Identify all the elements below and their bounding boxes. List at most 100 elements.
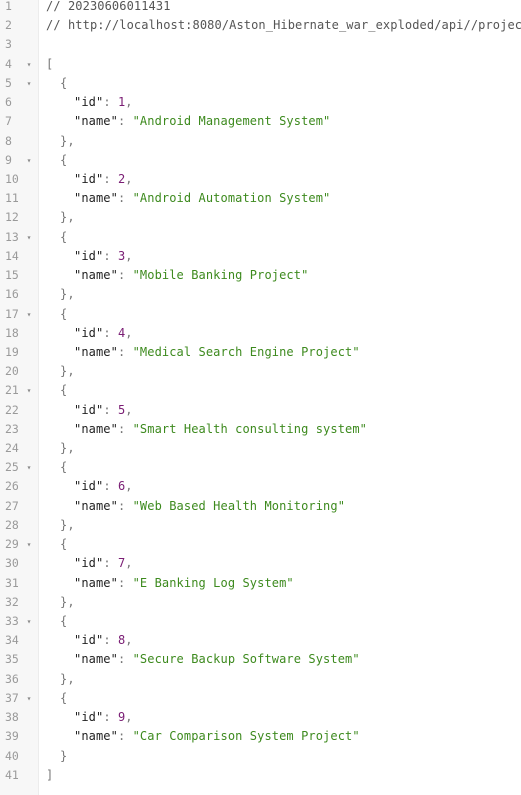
code-content: { (46, 228, 67, 247)
array-close-bracket: ] (46, 767, 54, 782)
name-value: "E Banking Log System" (132, 575, 294, 590)
object-open-brace: { (60, 537, 68, 552)
code-line: 16}, (0, 285, 521, 304)
line-number: 14 (5, 248, 19, 263)
code-line: 25 ▾ { (0, 458, 521, 477)
id-key: "id" (74, 556, 104, 571)
name-key: "name" (74, 421, 118, 436)
code-line: 41] (0, 766, 521, 785)
url-comment: // http://localhost:8080/Aston_Hibernate… (46, 18, 521, 33)
fold-toggle-icon[interactable]: ▾ (24, 305, 34, 324)
line-number: 38 (5, 710, 19, 725)
name-key: "name" (74, 575, 118, 590)
code-line: 18 "id": 4, (0, 324, 521, 343)
code-content: }, (46, 516, 75, 535)
code-line: 5 ▾ { (0, 74, 521, 93)
fold-toggle-icon[interactable]: ▾ (24, 74, 34, 93)
object-close-brace: }, (60, 594, 75, 609)
comma: , (125, 710, 133, 725)
comma: , (125, 556, 133, 571)
code-line: 13 ▾ { (0, 228, 521, 247)
colon: : (103, 556, 118, 571)
line-number: 4 (5, 56, 12, 71)
fold-toggle-icon[interactable]: ▾ (24, 612, 34, 631)
comma: , (125, 171, 133, 186)
code-content: [ (46, 55, 53, 74)
line-number: 37 (5, 690, 19, 705)
code-content: }, (46, 362, 75, 381)
comma: , (125, 402, 133, 417)
code-content: "id": 9, (46, 708, 133, 727)
name-key: "name" (74, 652, 118, 667)
fold-toggle-icon[interactable]: ▾ (24, 228, 34, 247)
line-number: 41 (5, 767, 19, 782)
comma: , (125, 248, 133, 263)
colon: : (117, 498, 133, 513)
object-close-brace: }, (60, 517, 75, 532)
code-content: "name": "Mobile Banking Project" (46, 266, 308, 285)
code-content: { (46, 305, 67, 324)
line-number: 11 (5, 191, 19, 206)
line-number: 34 (5, 633, 19, 648)
object-close-brace: }, (60, 671, 75, 686)
code-line: 17 ▾ { (0, 305, 521, 324)
code-content: { (46, 612, 67, 631)
code-content: "id": 8, (46, 631, 133, 650)
object-open-brace: { (60, 614, 68, 628)
code-line: 9 ▾ { (0, 151, 521, 170)
code-line: 1 // 20230606011431 (0, 0, 521, 16)
code-line: 36}, (0, 670, 521, 689)
code-line: 34 "id": 8, (0, 631, 521, 650)
colon: : (117, 191, 133, 206)
line-number: 23 (5, 421, 19, 436)
line-number: 2 (5, 18, 12, 33)
object-open-brace: { (60, 306, 68, 321)
name-key: "name" (74, 191, 118, 206)
fold-toggle-icon[interactable]: ▾ (24, 55, 34, 74)
id-key: "id" (74, 710, 104, 725)
object-open-brace: { (60, 152, 68, 167)
code-content: } (46, 747, 67, 766)
fold-toggle-icon[interactable]: ▾ (24, 458, 34, 477)
id-key: "id" (74, 325, 104, 340)
object-close-brace: } (60, 748, 68, 763)
colon: : (103, 325, 118, 340)
fold-toggle-icon[interactable]: ▾ (24, 151, 34, 170)
code-line: 35 "name": "Secure Backup Software System… (0, 650, 521, 669)
colon: : (117, 114, 133, 129)
comma: , (125, 325, 133, 340)
code-line: 32}, (0, 593, 521, 612)
code-line: 28}, (0, 516, 521, 535)
code-content: "name": "Smart Health consulting system" (46, 420, 367, 439)
line-number: 28 (5, 517, 19, 532)
line-number: 8 (5, 133, 12, 148)
code-content: "name": "Android Management System" (46, 112, 330, 131)
code-line: 11 "name": "Android Automation System" (0, 189, 521, 208)
code-content: "id": 1, (46, 93, 133, 112)
code-line: 30 "id": 7, (0, 554, 521, 573)
line-number: 36 (5, 671, 19, 686)
line-number: 9 (5, 152, 12, 167)
fold-toggle-icon[interactable]: ▾ (24, 381, 34, 400)
fold-toggle-icon[interactable]: ▾ (24, 689, 34, 708)
name-value: "Medical Search Engine Project" (132, 344, 360, 359)
line-number: 22 (5, 402, 19, 417)
colon: : (117, 344, 133, 359)
object-open-brace: { (60, 383, 68, 398)
line-number: 19 (5, 344, 19, 359)
code-line: 22 "id": 5, (0, 401, 521, 420)
colon: : (103, 171, 118, 186)
line-number: 31 (5, 575, 19, 590)
name-value: "Web Based Health Monitoring" (132, 498, 346, 513)
code-content: { (46, 74, 67, 93)
fold-toggle-icon[interactable]: ▾ (24, 535, 34, 554)
code-content: ] (46, 766, 53, 785)
code-content: { (46, 151, 67, 170)
line-number: 24 (5, 441, 19, 456)
id-key: "id" (74, 95, 104, 110)
line-number: 16 (5, 287, 19, 302)
colon: : (117, 652, 133, 667)
colon: : (117, 268, 133, 283)
object-open-brace: { (60, 75, 68, 90)
code-lines: 1 // 20230606011431 2 // http://localhost:8… (0, 0, 521, 785)
